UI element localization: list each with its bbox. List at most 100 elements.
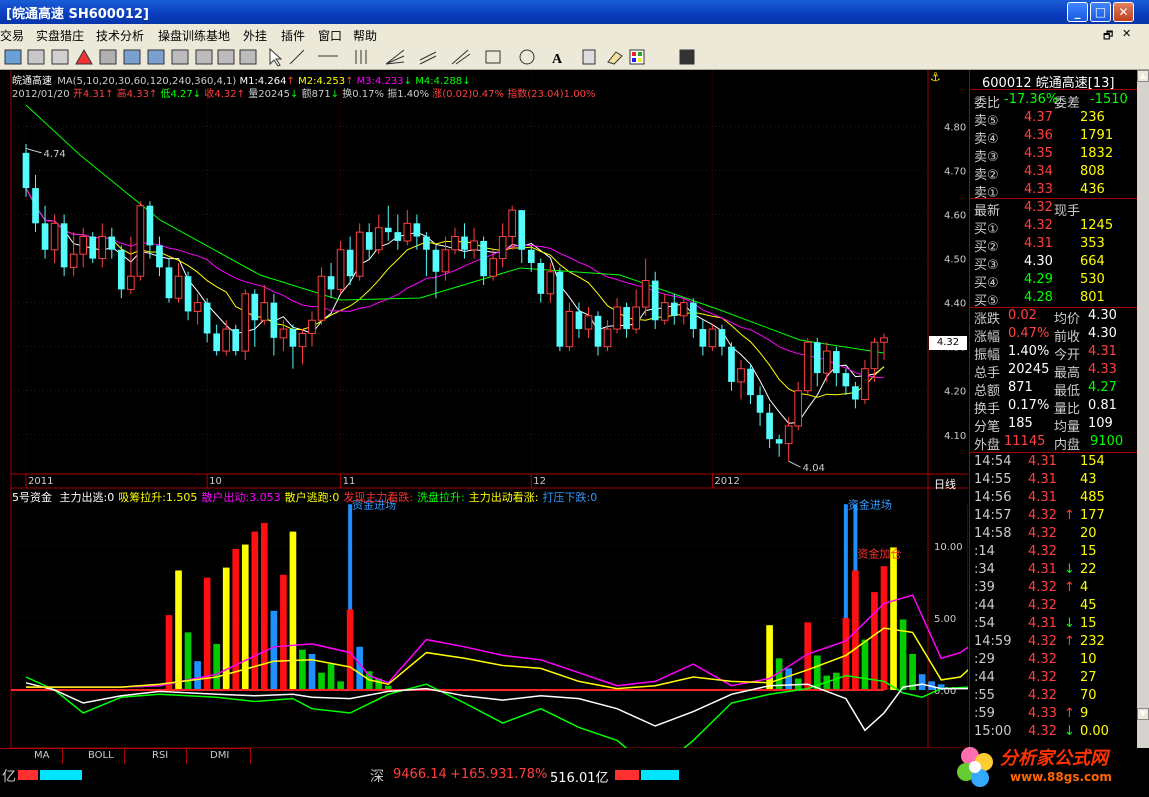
- sell-volume: 808: [1080, 164, 1105, 179]
- period-label[interactable]: 日线: [934, 476, 956, 492]
- tick-arrow: ↑: [1064, 706, 1075, 721]
- candle-body: [803, 341, 812, 392]
- stat-row: 涨幅 0.47% 前收 4.30: [970, 326, 1138, 345]
- sell-price: 4.33: [1024, 182, 1053, 197]
- menu-plugins[interactable]: 插件: [281, 27, 305, 44]
- buy-row: 买① 4.32 1245: [970, 218, 1138, 237]
- tick-price: 4.31: [1028, 490, 1057, 505]
- capital-bar: [337, 681, 344, 690]
- price-tick-label: 4.70: [944, 166, 966, 177]
- bar-low: 低4.27: [160, 89, 193, 100]
- capital-bar: [327, 664, 335, 690]
- chart-svg[interactable]: 10.005.000.00资金进场资金进场资金进场资金加仓 4.804.704.…: [0, 70, 968, 748]
- tick-price: 4.31: [1028, 562, 1057, 577]
- mdi-close-icon[interactable]: ✕: [1122, 27, 1131, 40]
- minimize-button[interactable]: _: [1067, 2, 1088, 22]
- tool-layout2-icon: [147, 49, 165, 65]
- tick-row: 14:59 4.32 ↑ 232: [970, 634, 1138, 652]
- tick-arrow: ↑: [1064, 580, 1075, 595]
- bar-amplitude: 振1.40%: [387, 89, 430, 100]
- stat-value: 185: [1008, 416, 1033, 431]
- maximize-button[interactable]: □: [1090, 2, 1111, 22]
- anchor-icon[interactable]: ⚓: [930, 70, 941, 84]
- menu-training[interactable]: 操盘训练基地: [158, 27, 230, 44]
- candle-body: [213, 333, 221, 352]
- sell-row: 卖③ 4.35 1832: [970, 146, 1138, 165]
- candle-body: [813, 342, 821, 374]
- menu-analysis[interactable]: 技术分析: [96, 27, 144, 44]
- tab-ma[interactable]: MA: [34, 750, 49, 761]
- candle-body: [69, 253, 78, 268]
- sell-level: 卖⑤: [974, 114, 999, 129]
- buy-level: 买④: [974, 276, 999, 291]
- tick-volume: 10: [1080, 652, 1097, 667]
- tick-volume: 232: [1080, 634, 1105, 649]
- date-tick-label: 2011: [28, 476, 53, 487]
- price-tick-label: 4.60: [944, 211, 966, 222]
- menu-help[interactable]: 帮助: [353, 27, 377, 44]
- tab-rsi[interactable]: RSI: [152, 750, 168, 761]
- latest-label: 最新: [974, 204, 1001, 219]
- candle-body: [22, 152, 30, 189]
- tick-price: 4.32: [1028, 580, 1057, 595]
- candle-body: [594, 315, 602, 347]
- candle-body: [565, 310, 574, 348]
- toolbar: A: [0, 44, 1149, 70]
- scroll-down-icon[interactable]: ▼: [1137, 708, 1149, 720]
- capital-bar: [165, 615, 173, 690]
- vertical-scrollbar[interactable]: ▲ ▼: [1137, 70, 1149, 748]
- status-bar: 亿 深 9466.14 +165.93 1.78% 516.01亿 分析家公式网…: [0, 747, 1149, 797]
- stat-value: 4.30: [1088, 308, 1117, 323]
- tick-volume: 22: [1080, 562, 1097, 577]
- menu-shipan[interactable]: 实盘猎庄: [36, 27, 84, 44]
- close-button[interactable]: ✕: [1113, 2, 1134, 22]
- candle-body: [775, 439, 783, 444]
- date-tick-label: 12: [533, 476, 546, 487]
- candle-body: [298, 332, 307, 348]
- indicator-legend: 5号资金 主力出逃:0 吸筹拉升:1.505 散户出动:3.053 散户逃跑:0 发现主…: [12, 489, 597, 505]
- buy-row: 买⑤ 4.28 801: [970, 290, 1138, 309]
- bar-high: 高4.33: [116, 89, 149, 100]
- scroll-up-icon[interactable]: ▲: [1137, 70, 1149, 82]
- tick-time: :14: [974, 544, 995, 559]
- status-left-bar: [18, 770, 82, 780]
- bar-volume: 量20245: [248, 89, 291, 100]
- stat-value: 4.30: [1088, 326, 1117, 341]
- tick-volume: 20: [1080, 526, 1097, 541]
- menu-plugin-ext[interactable]: 外挂: [243, 27, 267, 44]
- buy-price: 4.32: [1024, 218, 1053, 233]
- candle-body: [451, 236, 459, 251]
- candle-body: [794, 390, 803, 427]
- indicator-tick-label: 5.00: [934, 614, 956, 625]
- stat-label: 最低: [1054, 384, 1081, 399]
- candle-body: [365, 232, 373, 250]
- capital-bar: [346, 609, 354, 690]
- tick-volume: 4: [1080, 580, 1089, 595]
- waipan-label: 外盘: [974, 438, 1001, 453]
- watermark-url: www.88gs.com: [1010, 770, 1112, 784]
- tab-boll[interactable]: BOLL: [88, 750, 114, 761]
- capital-bar: [890, 547, 897, 690]
- tick-row: :39 4.32 ↑ 4: [970, 580, 1138, 598]
- tick-time: 14:55: [974, 472, 1012, 487]
- tab-dmi[interactable]: DMI: [210, 750, 229, 761]
- candle-body: [880, 337, 888, 343]
- tick-row: :29 4.32 10: [970, 652, 1138, 670]
- tick-volume: 43: [1080, 472, 1097, 487]
- candle-body: [766, 412, 773, 440]
- sell-volume: 1791: [1080, 128, 1114, 143]
- indicator-name: 5号资金: [12, 491, 52, 504]
- menu-bar: 交易 实盘猎庄 技术分析 操盘训练基地 外挂 插件 窗口 帮助 🗗 ✕: [0, 24, 1149, 44]
- tick-time: :44: [974, 670, 995, 685]
- menu-trade[interactable]: 交易: [0, 27, 24, 44]
- menu-window[interactable]: 窗口: [318, 27, 342, 44]
- shen-amount: 516.01亿: [550, 771, 609, 786]
- candle-body: [870, 341, 879, 370]
- capital-bar: [194, 661, 201, 690]
- capital-bar: [356, 646, 364, 690]
- candle-body: [852, 386, 859, 400]
- capital-bar: [222, 567, 230, 690]
- indicator-legend-item: 散户出动:3.053: [201, 491, 281, 504]
- indicator-tick-label: 10.00: [934, 542, 963, 553]
- status-right-bar: [615, 770, 679, 780]
